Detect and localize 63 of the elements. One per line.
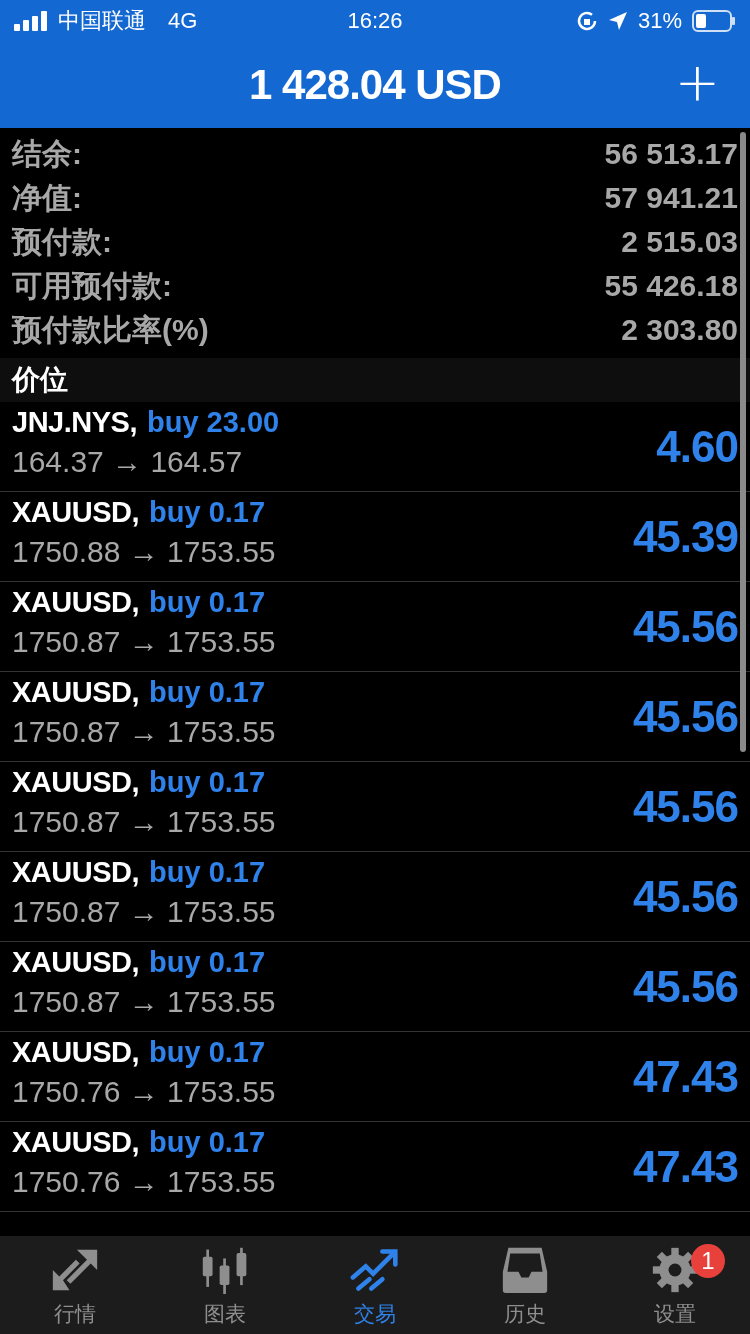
clock: 16:26	[347, 8, 403, 34]
symbol-text: JNJ.NYS,	[12, 406, 137, 439]
summary-label: 预付款比率(%)	[12, 311, 209, 348]
summary-value: 2 303.80	[621, 313, 738, 347]
add-button[interactable]: +	[674, 56, 720, 110]
profit-value: 45.56	[632, 691, 738, 742]
summary-value: 57 941.21	[604, 181, 738, 215]
summary-value: 55 426.18	[604, 269, 738, 303]
tab-item[interactable]: 交易	[300, 1236, 450, 1334]
summary-label: 结余:	[12, 135, 82, 172]
summary-label: 净值:	[12, 179, 82, 216]
price-text: 1750.87 → 1753.55	[12, 985, 276, 1019]
order-text: buy 0.17	[149, 856, 266, 889]
carrier-name: 中国联通	[58, 7, 146, 35]
price-text: 1750.87 → 1753.55	[12, 805, 276, 839]
symbol-text: XAUUSD,	[12, 676, 139, 709]
price-text: 1750.76 → 1753.55	[12, 1075, 276, 1109]
rotation-lock-icon	[575, 10, 598, 32]
symbol-text: XAUUSD,	[12, 1126, 139, 1159]
order-text: buy 0.17	[149, 1036, 266, 1069]
profit-value: 45.56	[632, 871, 738, 922]
tab-item[interactable]: 图表	[150, 1236, 300, 1334]
symbol-text: XAUUSD,	[12, 766, 139, 799]
section-header: 价位	[0, 358, 750, 402]
order-text: buy 0.17	[149, 676, 266, 709]
tab-item[interactable]: 设置 1	[600, 1236, 750, 1334]
price-text: 1750.87 → 1753.55	[12, 625, 276, 659]
profit-value: 47.43	[632, 1141, 738, 1192]
symbol-text: XAUUSD,	[12, 586, 139, 619]
price-text: 1750.88 → 1753.55	[12, 535, 276, 569]
order-text: buy 0.17	[149, 586, 266, 619]
profit-value: 45.56	[632, 961, 738, 1012]
profit-value: 45.39	[632, 511, 738, 562]
price-text: 1750.76 → 1753.55	[12, 1165, 276, 1199]
tab-item[interactable]: 行情	[0, 1236, 150, 1334]
profit-value: 45.56	[632, 601, 738, 652]
profit-value: 4.60	[656, 421, 738, 472]
location-arrow-icon	[607, 11, 628, 31]
price-text: 1750.87 → 1753.55	[12, 715, 276, 749]
order-text: buy 0.17	[149, 766, 266, 799]
battery-percent: 31%	[637, 8, 682, 34]
symbol-text: XAUUSD,	[12, 856, 139, 889]
symbol-text: XAUUSD,	[12, 946, 139, 979]
summary-value: 56 513.17	[604, 137, 738, 171]
order-text: buy 0.17	[149, 496, 266, 529]
summary-label: 预付款:	[12, 223, 112, 260]
battery-icon	[692, 10, 736, 32]
balance-title: 1 428.04 USD	[249, 61, 501, 109]
notification-badge: 1	[691, 1244, 725, 1278]
order-text: buy 23.00	[146, 406, 280, 439]
price-text: 164.37 → 164.57	[12, 445, 244, 479]
symbol-text: XAUUSD,	[12, 496, 139, 529]
profit-value: 45.56	[632, 781, 738, 832]
summary-label: 可用预付款:	[12, 267, 172, 304]
signal-icon	[14, 11, 48, 31]
summary-value: 2 515.03	[621, 225, 738, 259]
tab-item[interactable]: 历史	[450, 1236, 600, 1334]
network-type: 4G	[168, 8, 198, 34]
price-text: 1750.87 → 1753.55	[12, 895, 276, 929]
profit-value: 47.43	[632, 1051, 738, 1102]
order-text: buy 0.17	[149, 946, 266, 979]
order-text: buy 0.17	[149, 1126, 266, 1159]
symbol-text: XAUUSD,	[12, 1036, 139, 1069]
